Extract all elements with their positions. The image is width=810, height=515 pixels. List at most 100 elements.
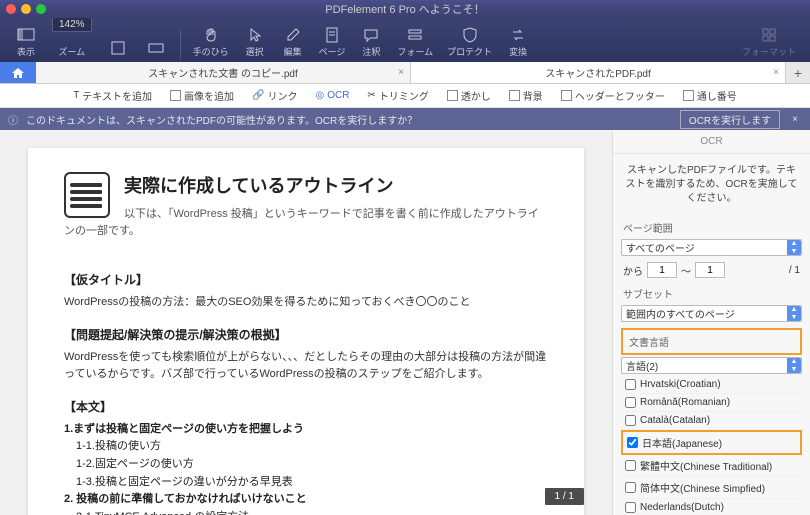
watermark-button[interactable]: 透かし [443, 86, 495, 105]
language-item[interactable]: Română(Romanian) [621, 394, 802, 412]
background-button[interactable]: 背景 [505, 86, 547, 105]
titlebar: PDFelement 6 Pro へようこそ！ [0, 0, 810, 18]
panel-header: OCR [613, 130, 810, 154]
language-checkbox[interactable] [625, 379, 636, 390]
maximize-window-icon[interactable] [36, 4, 46, 14]
ocr-icon: ◎ [315, 90, 324, 101]
fit-page-button[interactable] [100, 37, 136, 60]
language-list: Hrvatski(Croatian) Română(Romanian) Català… [621, 376, 802, 515]
select-tool-button[interactable]: 選択 [237, 24, 273, 60]
tab-document-2[interactable]: スキャンされたPDF.pdf × [411, 62, 786, 83]
convert-button[interactable]: 変換 [500, 24, 536, 60]
run-ocr-button[interactable]: OCRを実行します [680, 110, 780, 129]
language-item[interactable]: Nederlands(Dutch) [621, 499, 802, 515]
format-button[interactable]: フォーマット [736, 24, 802, 60]
zoom-button[interactable]: 142% ズーム [46, 15, 98, 60]
annotate-button[interactable]: 注釈 [353, 24, 389, 60]
sec1-title: 【仮タイトル】 [64, 271, 548, 288]
ocr-notice-bar: ⓘ このドキュメントは、スキャンされたPDFの可能性があります。OCRを実行しま… [0, 108, 810, 130]
language-item[interactable]: Hrvatski(Croatian) [621, 376, 802, 394]
language-label: Català(Catalan) [640, 415, 710, 426]
language-checkbox[interactable] [627, 437, 638, 448]
bates-icon [683, 90, 694, 101]
language-item[interactable]: 繁體中文(Chinese Traditional) [621, 455, 802, 477]
info-icon: ⓘ [8, 112, 18, 127]
home-tab[interactable] [0, 62, 36, 83]
zoom-value[interactable]: 142% [52, 17, 92, 32]
language-label: 简体中文(Chinese Simpfied) [640, 480, 765, 495]
fit-page-icon [109, 39, 127, 57]
sec2-title: 【問題提起/解決策の提示/解決策の根拠】 [64, 326, 548, 343]
link-button[interactable]: 🔗リンク [248, 86, 301, 105]
view-icon [17, 26, 35, 44]
close-tab-icon[interactable]: × [398, 67, 404, 78]
watermark-icon [447, 90, 458, 101]
outline-list: 1.まずは投稿と固定ページの使い方を把握しよう 1-1.投稿の使い方 1-2.固… [64, 421, 548, 515]
notice-message: このドキュメントは、スキャンされたPDFの可能性があります。OCRを実行しますか… [26, 112, 672, 127]
page-indicator: 1 / 1 [545, 488, 584, 505]
form-button[interactable]: フォーム [391, 24, 439, 60]
toolbar-divider [180, 30, 181, 60]
page-range-select[interactable]: すべてのページ ▲▼ [621, 239, 802, 256]
convert-icon [509, 26, 527, 44]
language-label: Română(Romanian) [640, 397, 730, 408]
sec3-title: 【本文】 [64, 398, 548, 415]
document-tabs: スキャンされた文書 のコピー.pdf × スキャンされたPDF.pdf × + [0, 62, 810, 84]
add-tab-button[interactable]: + [786, 62, 810, 83]
protect-button[interactable]: プロテクト [441, 24, 498, 60]
background-icon [509, 90, 520, 101]
to-page-input[interactable] [695, 262, 725, 278]
tab-document-1[interactable]: スキャンされた文書 のコピー.pdf × [36, 62, 411, 83]
link-icon: 🔗 [252, 90, 264, 101]
header-footer-icon [561, 90, 572, 101]
ocr-button[interactable]: ◎OCR [311, 88, 353, 103]
cursor-icon [246, 26, 264, 44]
header-footer-button[interactable]: ヘッダーとフッター [557, 86, 669, 105]
crop-button[interactable]: ✂トリミング [363, 86, 432, 105]
language-label: 繁體中文(Chinese Traditional) [640, 458, 772, 473]
minimize-window-icon[interactable] [21, 4, 31, 14]
language-item[interactable]: 日本語(Japanese) [621, 430, 802, 455]
view-button[interactable]: 表示 [8, 24, 44, 60]
form-icon [406, 26, 424, 44]
pdf-page: 実際に作成しているアウトライン 以下は、「WordPress 投稿」というキーワ… [28, 148, 584, 515]
panel-description: スキャンしたPDFファイルです。テキストを識別するため、OCRを実施してください… [613, 154, 810, 216]
subset-select[interactable]: 範囲内のすべてのページ ▲▼ [621, 305, 802, 322]
edit-button[interactable]: 編集 [275, 24, 311, 60]
page-button[interactable]: ページ [313, 24, 352, 60]
app-title: PDFelement 6 Pro へようこそ！ [325, 1, 485, 17]
ocr-panel: OCR スキャンしたPDFファイルです。テキストを識別するため、OCRを実施して… [612, 130, 810, 515]
language-count-select[interactable]: 言語(2) ▲▼ [621, 357, 802, 374]
fit-width-button[interactable] [138, 37, 174, 60]
page-range-label: ページ範囲 [613, 216, 810, 237]
document-viewport[interactable]: 実際に作成しているアウトライン 以下は、「WordPress 投稿」というキーワ… [0, 130, 612, 515]
close-window-icon[interactable] [6, 4, 16, 14]
stepper-arrows-icon[interactable]: ▲▼ [787, 306, 801, 321]
add-image-button[interactable]: 画像を追加 [166, 86, 238, 105]
language-item[interactable]: 简体中文(Chinese Simpfied) [621, 477, 802, 499]
language-checkbox[interactable] [625, 415, 636, 426]
close-notice-icon[interactable]: × [788, 114, 802, 125]
stepper-arrows-icon[interactable]: ▲▼ [787, 240, 801, 255]
annotate-icon [362, 26, 380, 44]
hand-tool-button[interactable]: 手のひら [187, 24, 235, 60]
language-checkbox[interactable] [625, 482, 636, 493]
home-icon [11, 67, 25, 79]
language-label: Nederlands(Dutch) [640, 502, 724, 513]
bates-button[interactable]: 通し番号 [679, 86, 741, 105]
edit-icon [284, 26, 302, 44]
sec2-body: WordPressを使っても検索順位が上がらない、、、だとしたらその理由の大部分… [64, 349, 548, 384]
close-tab-icon[interactable]: × [773, 67, 779, 78]
edit-sub-toolbar: Tテキストを追加 画像を追加 🔗リンク ◎OCR ✂トリミング 透かし 背景 ヘ… [0, 84, 810, 108]
language-item[interactable]: Català(Catalan) [621, 412, 802, 430]
doc-language-label: 文書言語 [623, 330, 800, 353]
language-checkbox[interactable] [625, 460, 636, 471]
subset-label: サブセット [613, 282, 810, 303]
from-page-input[interactable] [647, 262, 677, 278]
image-icon [170, 90, 181, 101]
language-checkbox[interactable] [625, 397, 636, 408]
language-checkbox[interactable] [625, 502, 636, 513]
add-text-button[interactable]: Tテキストを追加 [69, 86, 156, 105]
dropdown-arrow-icon[interactable]: ▲▼ [787, 358, 801, 373]
doc-intro: 以下は、「WordPress 投稿」というキーワードで記事を書く前に作成したアウ… [64, 206, 548, 239]
